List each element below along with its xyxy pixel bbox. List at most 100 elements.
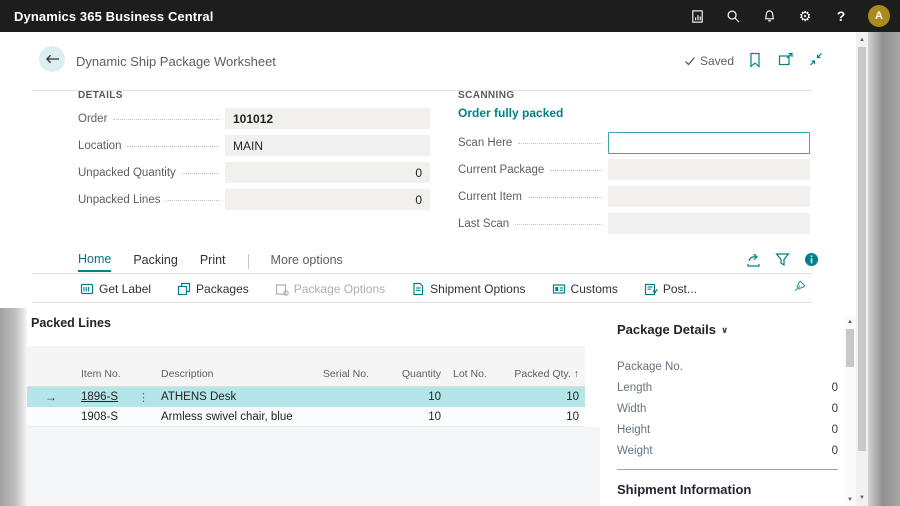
check-icon bbox=[684, 55, 696, 67]
packed-qty-cell[interactable]: 10 bbox=[505, 411, 585, 423]
scan-here-input[interactable] bbox=[608, 132, 810, 154]
description-cell[interactable]: ATHENS Desk bbox=[155, 391, 297, 403]
dotted-leader bbox=[550, 170, 602, 171]
topbar-icons: ⚙ ? A bbox=[688, 0, 900, 32]
location-field[interactable]: MAIN bbox=[225, 135, 430, 156]
page-scrollbar[interactable]: ▲ ▼ bbox=[856, 32, 868, 506]
packed-qty-cell[interactable]: 10 bbox=[505, 391, 585, 403]
length-value[interactable]: 0 bbox=[832, 382, 838, 394]
location-label: Location bbox=[78, 140, 121, 152]
search-icon[interactable] bbox=[724, 7, 742, 25]
tab-packing[interactable]: Packing bbox=[133, 253, 177, 271]
scanning-status: Order fully packed bbox=[458, 106, 563, 120]
share-icon[interactable] bbox=[746, 252, 762, 268]
current-package-field[interactable] bbox=[608, 159, 810, 180]
left-edge-gradient bbox=[0, 308, 27, 506]
ribbon-icons bbox=[746, 252, 820, 268]
details-section-label: DETAILS bbox=[78, 90, 123, 101]
pin-icon[interactable] bbox=[792, 278, 808, 294]
item-no-link[interactable]: 1896-S bbox=[81, 391, 118, 403]
tab-home[interactable]: Home bbox=[78, 252, 111, 272]
bottom-region: Packed Lines Item No. Description Serial… bbox=[0, 308, 856, 506]
package-no-label: Package No. bbox=[617, 361, 683, 373]
factbox-divider bbox=[617, 469, 838, 470]
shipment-information-heading[interactable]: Shipment Information bbox=[617, 482, 751, 497]
row-menu-icon[interactable]: ⋮ bbox=[138, 391, 149, 404]
scrollbar-thumb[interactable] bbox=[846, 329, 854, 367]
collapse-icon[interactable] bbox=[808, 52, 824, 68]
quantity-cell[interactable]: 10 bbox=[375, 391, 447, 403]
open-in-new-window-icon[interactable] bbox=[778, 52, 794, 68]
last-scan-field[interactable] bbox=[608, 213, 810, 234]
packed-lines-table: Item No. Description Serial No. Quantity… bbox=[27, 346, 585, 427]
scan-here-field-row: Scan Here bbox=[458, 132, 812, 153]
col-packed-qty[interactable]: Packed Qty. ↑ bbox=[505, 368, 585, 386]
col-description[interactable]: Description bbox=[155, 368, 297, 386]
scroll-up-icon[interactable]: ▲ bbox=[844, 317, 856, 327]
col-item-no[interactable]: Item No. bbox=[75, 368, 155, 386]
current-item-field[interactable] bbox=[608, 186, 810, 207]
report-icon[interactable] bbox=[688, 7, 706, 25]
quantity-cell[interactable]: 10 bbox=[375, 411, 447, 423]
scroll-down-icon[interactable]: ▼ bbox=[844, 495, 856, 505]
weight-value[interactable]: 0 bbox=[832, 445, 838, 457]
ribbon-divider bbox=[32, 273, 812, 274]
description-cell[interactable]: Armless swivel chair, blue bbox=[155, 411, 297, 423]
package-no-row: Package No. bbox=[617, 360, 838, 374]
current-package-label: Current Package bbox=[458, 164, 544, 176]
selector-column-header bbox=[27, 380, 75, 386]
settings-gear-icon[interactable]: ⚙ bbox=[796, 7, 814, 25]
scroll-down-icon[interactable]: ▼ bbox=[856, 493, 868, 503]
save-status-label: Saved bbox=[700, 54, 734, 68]
selected-row-arrow-icon: → bbox=[27, 390, 75, 404]
packages-text: Packages bbox=[196, 282, 249, 296]
filter-icon[interactable] bbox=[775, 252, 791, 268]
post-text: Post... bbox=[663, 282, 697, 296]
avatar[interactable]: A bbox=[868, 5, 890, 27]
post-button[interactable]: Post... bbox=[644, 282, 697, 296]
tab-print[interactable]: Print bbox=[200, 253, 226, 271]
scroll-up-icon[interactable]: ▲ bbox=[856, 35, 868, 45]
tab-divider bbox=[248, 254, 249, 269]
sort-ascending-icon: ↑ bbox=[574, 368, 579, 380]
unpacked-lines-field[interactable]: 0 bbox=[225, 189, 430, 210]
notifications-bell-icon[interactable] bbox=[760, 7, 778, 25]
unpacked-quantity-field[interactable]: 0 bbox=[225, 162, 430, 183]
shipment-options-button[interactable]: Shipment Options bbox=[411, 282, 525, 296]
table-header-row: Item No. Description Serial No. Quantity… bbox=[27, 346, 585, 387]
dotted-leader bbox=[166, 200, 219, 201]
bookmark-icon[interactable] bbox=[748, 52, 764, 68]
length-row: Length 0 bbox=[617, 381, 838, 395]
info-icon[interactable] bbox=[804, 252, 820, 268]
table-row[interactable]: 1908-S Armless swivel chair, blue 10 10 bbox=[27, 407, 585, 427]
factbox-scrollbar[interactable]: ▲ ▼ bbox=[844, 316, 856, 506]
header-divider bbox=[32, 90, 812, 91]
current-item-field-row: Current Item bbox=[458, 186, 812, 207]
last-scan-label: Last Scan bbox=[458, 218, 509, 230]
packages-icon bbox=[177, 282, 191, 296]
scrollbar-thumb[interactable] bbox=[858, 47, 866, 451]
back-button[interactable] bbox=[39, 46, 65, 72]
page-title: Dynamic Ship Package Worksheet bbox=[76, 54, 276, 69]
package-details-heading[interactable]: Package Details ∨ bbox=[617, 322, 728, 337]
more-options[interactable]: More options bbox=[271, 253, 343, 271]
item-no-cell[interactable]: 1908-S bbox=[75, 411, 155, 423]
right-edge-gradient bbox=[868, 32, 900, 506]
packages-button[interactable]: Packages bbox=[177, 282, 249, 296]
height-row: Height 0 bbox=[617, 423, 838, 437]
ribbon-tabs: Home Packing Print More options bbox=[78, 250, 343, 273]
package-options-text: Package Options bbox=[294, 282, 385, 296]
width-value[interactable]: 0 bbox=[832, 403, 838, 415]
page-header: Dynamic Ship Package Worksheet Saved bbox=[0, 38, 856, 82]
get-label-button[interactable]: Get Label bbox=[80, 282, 151, 296]
height-value[interactable]: 0 bbox=[832, 424, 838, 436]
app-title: Dynamics 365 Business Central bbox=[14, 9, 213, 24]
package-details-factbox: Package Details ∨ Package No. Length 0 W… bbox=[617, 308, 838, 506]
help-icon[interactable]: ? bbox=[832, 7, 850, 25]
col-quantity[interactable]: Quantity bbox=[375, 368, 447, 386]
table-row[interactable]: → 1896-S ⋮ ATHENS Desk 10 10 bbox=[27, 387, 585, 407]
col-lot-no[interactable]: Lot No. bbox=[447, 368, 505, 386]
col-serial-no[interactable]: Serial No. bbox=[297, 368, 375, 386]
customs-button[interactable]: Customs bbox=[552, 282, 618, 296]
order-field[interactable]: 101012 bbox=[225, 108, 430, 129]
